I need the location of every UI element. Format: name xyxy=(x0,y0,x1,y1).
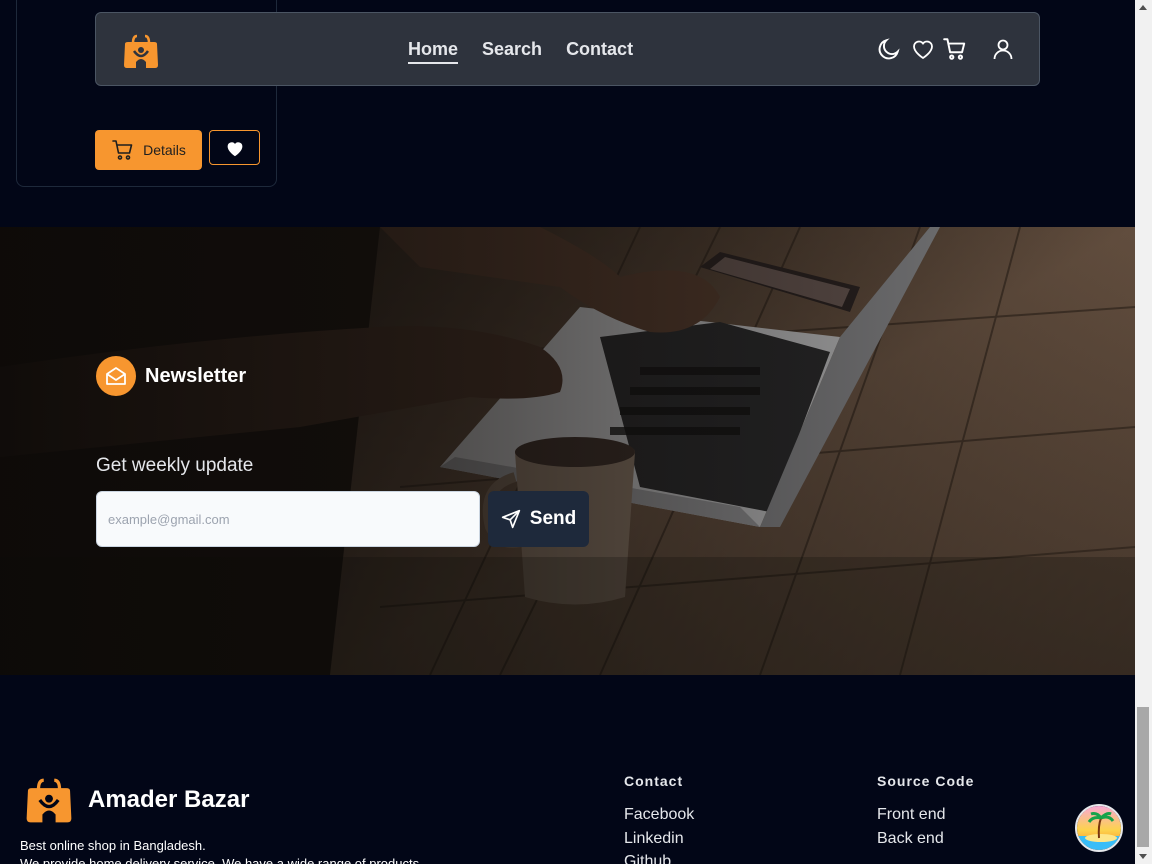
footer-logo-icon[interactable] xyxy=(24,776,74,824)
newsletter-title: Newsletter xyxy=(145,364,247,387)
footer-brand-name: Amader Bazar xyxy=(88,786,250,813)
user-icon[interactable] xyxy=(989,35,1017,63)
footer-link-linkedin[interactable]: Linkedin xyxy=(624,830,684,848)
footer-source-heading: Source Code xyxy=(877,773,975,789)
nav-link-search[interactable]: Search xyxy=(482,39,542,64)
laptop-desk-photo xyxy=(0,227,1135,675)
footer-link-github[interactable]: Github xyxy=(624,853,671,864)
newsletter-section: Newsletter Get weekly update Send xyxy=(0,227,1135,675)
details-button[interactable]: Details xyxy=(95,130,202,170)
scroll-down-arrow-icon[interactable] xyxy=(1139,854,1147,859)
nav-link-home[interactable]: Home xyxy=(408,39,459,64)
heart-icon xyxy=(227,141,242,156)
scrollbar-thumb[interactable] xyxy=(1137,707,1149,847)
nav-links: Home Search Contact xyxy=(408,39,633,64)
send-icon xyxy=(501,509,520,529)
page-scrollbar[interactable] xyxy=(1135,0,1152,864)
newsletter-header: Newsletter xyxy=(96,356,246,396)
footer-link-frontend[interactable]: Front end xyxy=(877,806,945,824)
nav-link-contact[interactable]: Contact xyxy=(566,39,633,64)
footer-link-facebook[interactable]: Facebook xyxy=(624,806,694,824)
email-input[interactable] xyxy=(96,491,480,547)
details-label: Details xyxy=(143,142,186,158)
send-button[interactable]: Send xyxy=(488,491,589,547)
top-navbar: Home Search Contact xyxy=(95,12,1040,86)
add-to-wishlist-button[interactable] xyxy=(209,130,260,165)
footer-link-backend[interactable]: Back end xyxy=(877,830,944,848)
brand-logo-icon[interactable] xyxy=(122,34,160,68)
cart-icon[interactable] xyxy=(941,35,969,63)
nav-icons xyxy=(875,35,1017,63)
cart-icon xyxy=(112,140,133,160)
send-label: Send xyxy=(529,508,577,529)
envelope-icon xyxy=(96,356,136,396)
newsletter-subtitle: Get weekly update xyxy=(96,455,254,476)
scroll-up-arrow-icon[interactable] xyxy=(1139,5,1147,10)
footer-contact-heading: Contact xyxy=(624,773,684,789)
heart-icon[interactable] xyxy=(909,35,937,63)
moon-icon[interactable] xyxy=(875,35,903,63)
footer-description-2: We provide home delivery service. We hav… xyxy=(20,856,423,864)
floating-avatar-button[interactable] xyxy=(1075,804,1123,852)
footer-description: Best online shop in Bangladesh. xyxy=(20,838,206,853)
